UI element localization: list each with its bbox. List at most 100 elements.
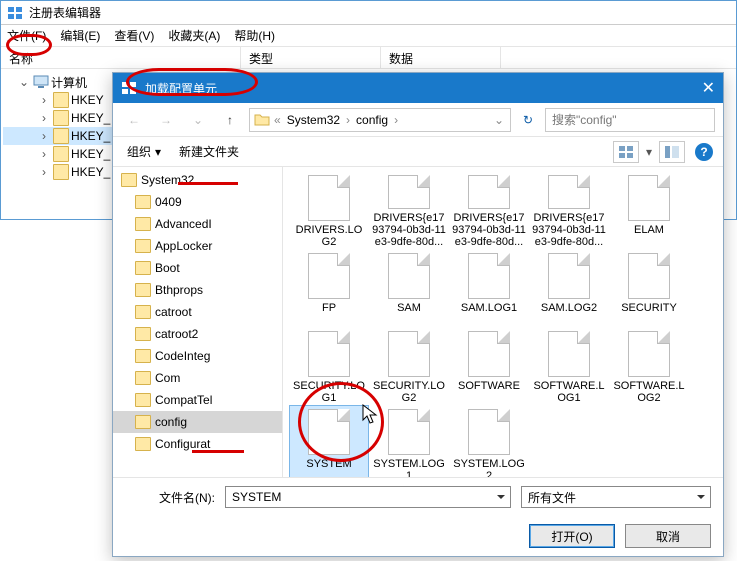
sidebar-item[interactable]: Boot <box>113 257 282 279</box>
tree-twisty-icon[interactable]: › <box>37 147 51 161</box>
menu-fav[interactable]: 收藏夹(A) <box>168 27 220 44</box>
file-item[interactable]: SECURITY.LOG1 <box>289 327 369 405</box>
folder-icon <box>135 239 151 253</box>
file-label: SECURITY.LOG2 <box>370 380 448 404</box>
sidebar-item[interactable]: System32 <box>113 169 282 191</box>
cancel-button[interactable]: 取消 <box>625 524 711 548</box>
help-button[interactable]: ? <box>695 143 713 161</box>
sidebar-item[interactable]: CompatTel <box>113 389 282 411</box>
file-label: DRIVERS{e1793794-0b3d-11e3-9dfe-80d... <box>530 212 608 248</box>
col-type[interactable]: 类型 <box>241 47 381 68</box>
breadcrumb[interactable]: « System32 › config › ⌄ <box>249 108 511 132</box>
sidebar-item[interactable]: CodeInteg <box>113 345 282 367</box>
regedit-menubar: 文件(F) 编辑(E) 查看(V) 收藏夹(A) 帮助(H) <box>1 25 736 47</box>
filename-combo[interactable]: SYSTEM <box>225 486 511 508</box>
regedit-columns: 名称 类型 数据 <box>1 47 736 69</box>
file-item[interactable]: SOFTWARE.LOG1 <box>529 327 609 405</box>
file-item[interactable]: SAM.LOG2 <box>529 249 609 327</box>
filename-label: 文件名(N): <box>125 489 215 506</box>
sidebar-item[interactable]: config <box>113 411 282 433</box>
file-item[interactable]: DRIVERS{e1793794-0b3d-11e3-9dfe-80d... <box>369 171 449 249</box>
chevron-right-icon: › <box>344 113 352 127</box>
sidebar-item[interactable]: Configurat <box>113 433 282 455</box>
file-icon <box>628 331 670 377</box>
view-icons-button[interactable] <box>613 141 639 163</box>
nav-hist-dropdown[interactable]: ⌄ <box>185 107 211 133</box>
file-item[interactable]: SECURITY <box>609 249 689 327</box>
view-preview-button[interactable] <box>659 141 685 163</box>
crumb-2[interactable]: config <box>354 113 390 127</box>
menu-edit[interactable]: 编辑(E) <box>60 27 100 44</box>
menu-help[interactable]: 帮助(H) <box>234 27 275 44</box>
sidebar-item-label: CodeInteg <box>155 349 210 363</box>
file-item[interactable]: DRIVERS{e1793794-0b3d-11e3-9dfe-80d... <box>449 171 529 249</box>
crumb-1[interactable]: System32 <box>285 113 342 127</box>
col-name[interactable]: 名称 <box>1 47 241 68</box>
file-icon <box>388 253 430 299</box>
sidebar-item[interactable]: AdvancedI <box>113 213 282 235</box>
sidebar-item[interactable]: AppLocker <box>113 235 282 257</box>
file-icon <box>548 253 590 299</box>
tree-twisty-icon[interactable]: › <box>37 111 51 125</box>
file-label: DRIVERS{e1793794-0b3d-11e3-9dfe-80d... <box>370 212 448 248</box>
tree-hkey-label: HKEY_ <box>71 111 110 125</box>
file-label: SYSTEM.LOG1 <box>370 458 448 477</box>
sidebar-item[interactable]: Bthprops <box>113 279 282 301</box>
nav-back-button[interactable]: ← <box>121 107 147 133</box>
file-icon <box>548 331 590 377</box>
organize-button[interactable]: 组织 ▾ <box>123 141 165 162</box>
menu-view[interactable]: 查看(V) <box>114 27 154 44</box>
open-button-label: 打开(O) <box>551 528 592 545</box>
computer-icon <box>33 74 49 90</box>
file-item[interactable]: ELAM <box>609 171 689 249</box>
file-label: DRIVERS.LOG2 <box>290 224 368 248</box>
file-item[interactable]: SAM.LOG1 <box>449 249 529 327</box>
nav-up-button[interactable]: ↑ <box>217 107 243 133</box>
col-data[interactable]: 数据 <box>381 47 501 68</box>
folder-icon <box>135 305 151 319</box>
new-folder-button[interactable]: 新建文件夹 <box>175 141 243 162</box>
file-item[interactable]: SYSTEM.LOG2 <box>449 405 529 477</box>
file-label: ELAM <box>632 224 666 236</box>
file-icon <box>628 253 670 299</box>
tree-twisty-icon[interactable]: › <box>37 129 51 143</box>
file-item[interactable]: SECURITY.LOG2 <box>369 327 449 405</box>
menu-file[interactable]: 文件(F) <box>7 27 46 44</box>
refresh-button[interactable]: ↻ <box>517 113 539 127</box>
tree-twisty-icon[interactable]: ⌄ <box>17 75 31 89</box>
regedit-titlebar[interactable]: 注册表编辑器 <box>1 1 736 25</box>
file-item[interactable]: DRIVERS{e1793794-0b3d-11e3-9dfe-80d... <box>529 171 609 249</box>
view-dropdown-icon[interactable]: ▾ <box>643 141 655 163</box>
tree-hkey-label: HKEY_ <box>71 165 110 179</box>
sidebar-item[interactable]: catroot <box>113 301 282 323</box>
dialog-close-button[interactable]: ✕ <box>702 78 715 98</box>
file-item[interactable]: SOFTWARE.LOG2 <box>609 327 689 405</box>
nav-forward-button[interactable]: → <box>153 107 179 133</box>
open-button[interactable]: 打开(O) <box>529 524 615 548</box>
sidebar-item-label: Configurat <box>155 437 210 451</box>
filetype-combo[interactable]: 所有文件 <box>521 486 711 508</box>
file-item[interactable]: SOFTWARE <box>449 327 529 405</box>
sidebar-item[interactable]: Com <box>113 367 282 389</box>
dialog-titlebar[interactable]: 加载配置单元 ✕ <box>113 73 723 103</box>
sidebar-item[interactable]: catroot2 <box>113 323 282 345</box>
folder-icon <box>135 437 151 451</box>
file-label: DRIVERS{e1793794-0b3d-11e3-9dfe-80d... <box>450 212 528 248</box>
file-grid[interactable]: DRIVERS.LOG2DRIVERS{e1793794-0b3d-11e3-9… <box>283 167 723 477</box>
file-item[interactable]: SYSTEM.LOG1 <box>369 405 449 477</box>
dialog-sidebar[interactable]: System320409AdvancedIAppLockerBootBthpro… <box>113 167 283 477</box>
file-item[interactable]: FP <box>289 249 369 327</box>
folder-icon <box>135 415 151 429</box>
file-item[interactable]: SYSTEM <box>289 405 369 477</box>
search-input[interactable]: 搜索"config" <box>545 108 715 132</box>
folder-icon <box>135 261 151 275</box>
tree-twisty-icon[interactable]: › <box>37 93 51 107</box>
sidebar-item[interactable]: 0409 <box>113 191 282 213</box>
crumb-dropdown-icon[interactable]: ⌄ <box>492 113 506 127</box>
file-label: SOFTWARE.LOG2 <box>610 380 688 404</box>
folder-icon <box>53 164 69 180</box>
file-item[interactable]: DRIVERS.LOG2 <box>289 171 369 249</box>
tree-twisty-icon[interactable]: › <box>37 165 51 179</box>
folder-icon <box>135 195 151 209</box>
file-item[interactable]: SAM <box>369 249 449 327</box>
